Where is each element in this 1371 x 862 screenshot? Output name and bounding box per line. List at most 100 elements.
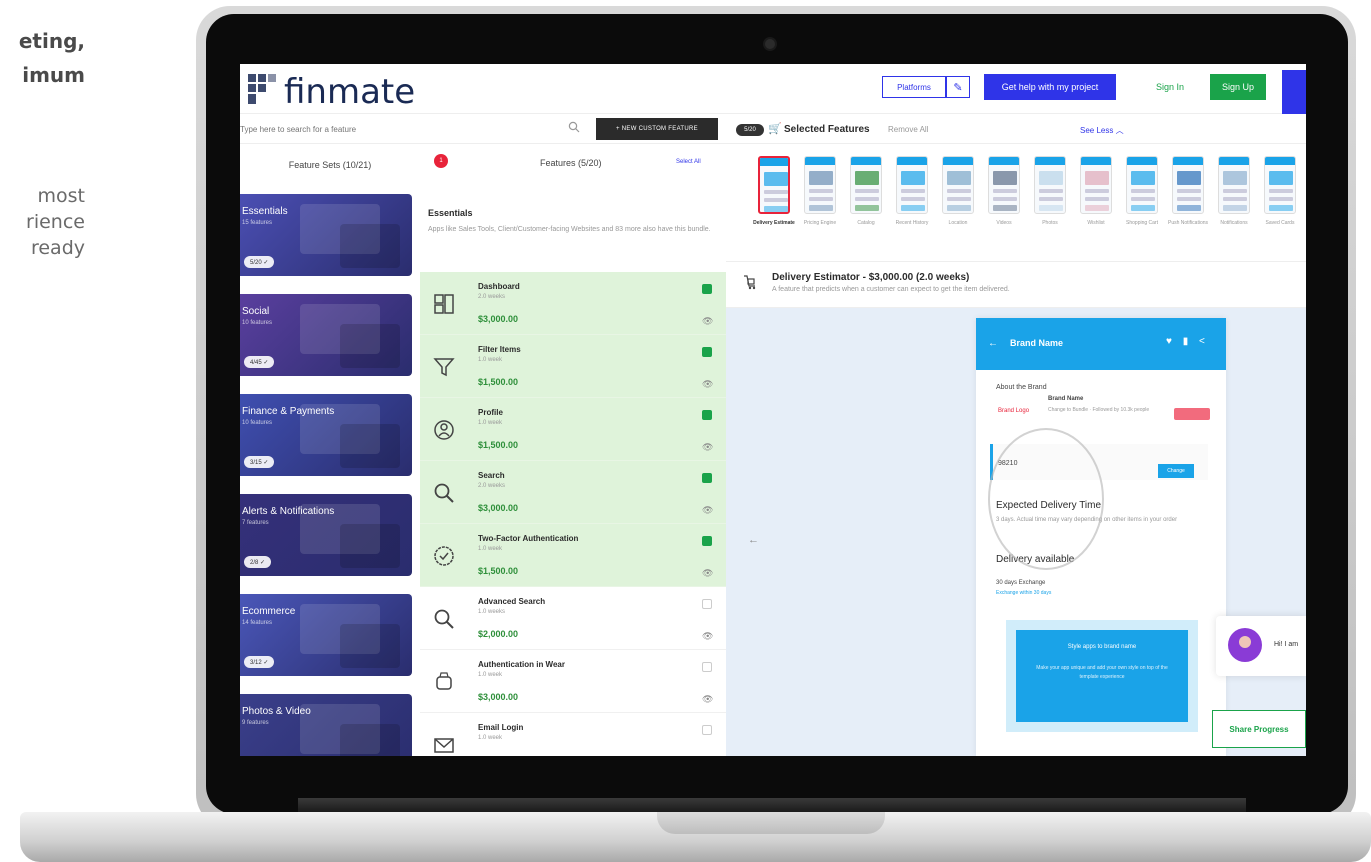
filter-icon (428, 351, 460, 383)
selected-count-badge: 5/20 (736, 124, 764, 136)
feature-set-card[interactable]: Social 10 features 4/45 ✓ (240, 294, 412, 376)
eye-icon[interactable]: 👁 (702, 442, 713, 453)
feature-set-card[interactable]: Essentials 15 features 5/20 ✓ (240, 194, 412, 276)
feature-detail-header: Delivery Estimator - $3,000.00 (2.0 week… (726, 262, 1306, 308)
assistant-avatar (1228, 628, 1262, 662)
feature-thumbnail[interactable]: Pricing Engine (800, 154, 840, 258)
feature-sets-header: Feature Sets (10/21) (288, 160, 372, 170)
feature-duration: 2.0 weeks (478, 294, 506, 300)
feature-duration: 1.0 weeks (478, 609, 506, 615)
feature-name: Dashboard (478, 282, 520, 291)
feature-checkbox[interactable] (702, 347, 712, 357)
feature-set-card[interactable]: Ecommerce 14 features 3/12 ✓ (240, 594, 412, 676)
thumbnail-screen (1126, 156, 1158, 214)
feature-thumbnail[interactable]: Wishlist (1076, 154, 1116, 258)
feature-thumbnail[interactable]: Notifications (1214, 154, 1254, 258)
feature-checkbox[interactable] (702, 599, 712, 609)
thumbnail-screen (942, 156, 974, 214)
select-all-link[interactable]: Select All (676, 159, 701, 165)
feature-detail-title: Delivery Estimator - $3,000.00 (2.0 week… (772, 272, 970, 283)
preview-brand-lines: Change to Bundle · Followed by 10.3k peo… (1048, 407, 1150, 413)
feature-row[interactable]: Search 2.0 weeks $3,000.00 👁 (420, 461, 726, 524)
feature-set-name: Social (242, 306, 270, 317)
thumbnail-label: Push Notifications (1167, 220, 1209, 226)
finmate-logo[interactable]: finmate (248, 70, 432, 112)
new-custom-feature-button[interactable]: + NEW CUSTOM FEATURE (596, 118, 718, 140)
feature-thumbnail[interactable]: Push Notifications (1168, 154, 1208, 258)
search-icon[interactable] (568, 121, 582, 135)
feature-thumbnail[interactable]: Videos (984, 154, 1024, 258)
eye-icon[interactable]: 👁 (702, 505, 713, 516)
eye-icon[interactable]: 👁 (702, 694, 713, 705)
features-title: Features (5/20) (540, 158, 602, 168)
thumbnail-screen (804, 156, 836, 214)
feature-search-input[interactable] (240, 118, 588, 140)
thumbnail-label: Pricing Engine (803, 220, 837, 226)
sign-up-button[interactable]: Sign Up (1210, 74, 1266, 100)
feature-thumbnail[interactable]: Delivery Estimate (753, 154, 795, 258)
see-less-toggle[interactable]: See Less ︿ (1080, 125, 1124, 136)
feature-thumbnail[interactable]: Shopping Cart (1122, 154, 1162, 258)
thumbnail-label: Delivery Estimate (753, 220, 795, 226)
notification-badge: 1 (434, 154, 448, 168)
check-circle-icon (428, 540, 460, 572)
get-help-button[interactable]: Get help with my project (984, 74, 1116, 100)
thumbnail-label: Photos (1042, 220, 1058, 226)
feature-row[interactable]: Authentication in Wear 1.0 week $3,000.00 👁 (420, 650, 726, 713)
top-bar: finmate Platforms ✎ Get help with my pro… (240, 64, 1306, 114)
eye-icon[interactable]: 👁 (702, 379, 713, 390)
eye-icon[interactable]: 👁 (702, 316, 713, 327)
feature-thumbnail[interactable]: Photos (1030, 154, 1070, 258)
remove-all-link[interactable]: Remove All (888, 125, 928, 134)
platforms-button[interactable]: Platforms (882, 76, 946, 98)
eye-icon[interactable]: 👁 (702, 568, 713, 579)
feature-checkbox[interactable] (702, 725, 712, 735)
feature-set-card[interactable]: Photos & Video 9 features (240, 694, 412, 756)
feature-price: $1,500.00 (478, 566, 519, 576)
feature-thumbnail[interactable]: Location (938, 154, 978, 258)
feature-checkbox[interactable] (702, 662, 712, 672)
share-progress-button[interactable]: Share Progress (1212, 710, 1306, 748)
feature-price: $1,500.00 (478, 377, 519, 387)
feature-set-card[interactable]: Finance & Payments 10 features 3/15 ✓ (240, 394, 412, 476)
feature-row[interactable]: Email Login1.0 week👁 (420, 713, 726, 756)
preview-follow-button (1174, 408, 1210, 420)
feature-thumbnail[interactable]: Catalog (846, 154, 886, 258)
feature-set-count: 10 features (242, 320, 273, 326)
selected-features-header: 5/20 🛒 Selected Features Remove All See … (726, 114, 1306, 144)
logo-text: finmate (284, 72, 416, 112)
feature-row[interactable]: Dashboard 2.0 weeks $3,000.00 👁 (420, 272, 726, 335)
marketing-body-line: ready (30, 237, 85, 259)
marketing-heading-line: imum (22, 63, 85, 87)
feature-name: Search (478, 471, 505, 480)
feature-row[interactable]: Two-Factor Authentication 1.0 week $1,500.… (420, 524, 726, 587)
pencil-icon[interactable]: ✎ (946, 76, 970, 98)
thumbnail-screen (896, 156, 928, 214)
phone-preview: ← Brand Name ♥ ▮ < About the Brand Brand… (976, 318, 1226, 756)
thumbnail-screen (1218, 156, 1250, 214)
arrow-left-icon[interactable]: ← (748, 534, 759, 546)
cropped-panel-edge (1282, 70, 1306, 114)
thumbnail-screen (1080, 156, 1112, 214)
feature-set-badge: 2/8 ✓ (244, 556, 272, 568)
feature-checkbox[interactable] (702, 473, 712, 483)
feature-set-card[interactable]: Alerts & Notifications 7 features 2/8 ✓ (240, 494, 412, 576)
sign-in-link[interactable]: Sign In (1144, 76, 1196, 98)
feature-row[interactable]: Profile 1.0 week $1,500.00 👁 (420, 398, 726, 461)
chat-widget[interactable]: Hi! I am (1216, 616, 1306, 676)
feature-set-count: 7 features (242, 520, 269, 526)
eye-icon[interactable]: 👁 (702, 631, 713, 642)
preview-days: 30 days Exchange (996, 580, 1046, 586)
feature-set-name: Essentials (242, 206, 288, 217)
feature-thumbnail[interactable]: Recent History (892, 154, 932, 258)
feature-row[interactable]: Filter Items 1.0 week $1,500.00 👁 (420, 335, 726, 398)
feature-checkbox[interactable] (702, 410, 712, 420)
thumbnail-screen (1172, 156, 1204, 214)
webcam (763, 37, 777, 51)
feature-thumbnail[interactable]: Saved Cards (1260, 154, 1300, 258)
feature-checkbox[interactable] (702, 284, 712, 294)
delivery-icon (742, 274, 756, 290)
feature-checkbox[interactable] (702, 536, 712, 546)
search-icon (428, 477, 460, 509)
feature-row[interactable]: Advanced Search 1.0 weeks $2,000.00 👁 (420, 587, 726, 650)
